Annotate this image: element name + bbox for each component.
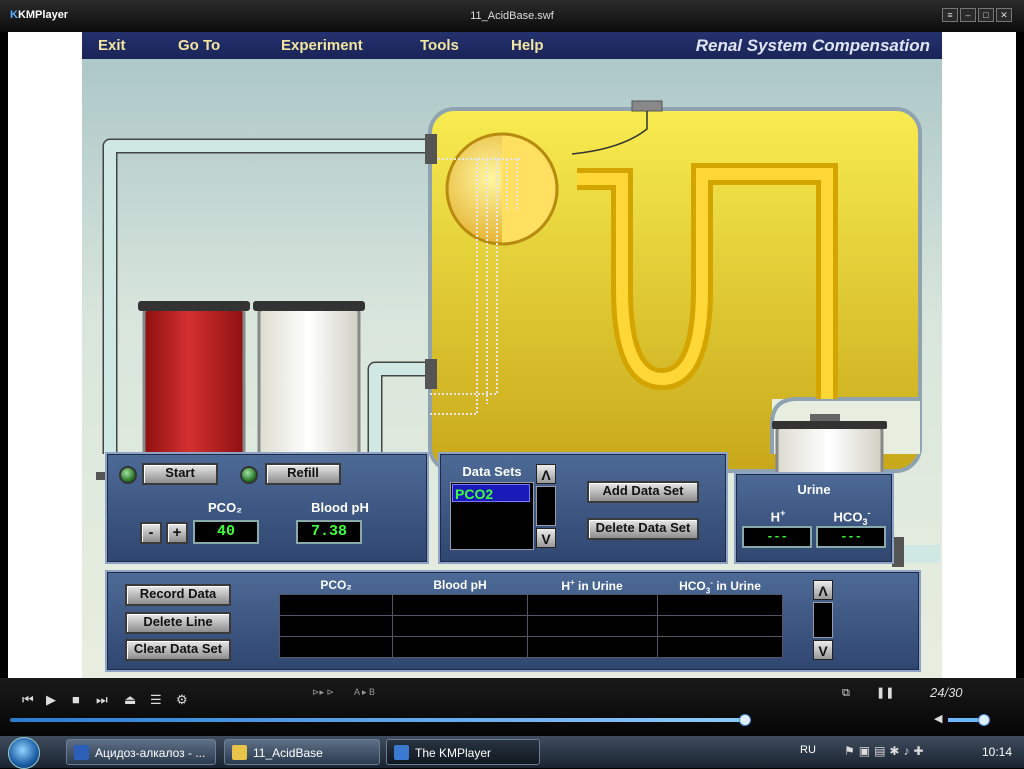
data-sets-scroll-down-button[interactable]: V (536, 528, 556, 548)
data-sets-scroll-up-button[interactable]: Λ (536, 464, 556, 484)
maximize-button[interactable]: □ (978, 8, 994, 22)
menu-help[interactable]: Help (511, 37, 544, 54)
record-data-button[interactable]: Record Data (125, 584, 231, 606)
word-icon (74, 745, 89, 760)
blood-ph-label: Blood pH (311, 500, 369, 515)
play-icon[interactable]: ▶ (46, 692, 56, 708)
simulation-app: Exit Go To Experiment Tools Help Renal S… (82, 32, 942, 678)
refill-button[interactable]: Refill (265, 463, 341, 485)
table-cell (279, 615, 393, 637)
table-cell (279, 594, 393, 616)
table-scroll-up-button[interactable]: Λ (813, 580, 833, 600)
language-indicator[interactable]: RU (800, 744, 816, 756)
volume-handle[interactable] (978, 714, 990, 726)
right-margin (942, 32, 1024, 678)
settings-icon[interactable]: ⚙ (176, 692, 188, 708)
speed-controls[interactable]: ⊳▸ ⊳ (312, 687, 334, 698)
player-control-bar: ⏮ ▶ ■ ⏭ ⏏ ☰ ⚙ ⊳▸ ⊳ A ▸ B ⧉ ❚❚ 24/30 ◀ (0, 678, 1024, 736)
next-icon[interactable]: ⏭ (96, 692, 108, 708)
minimize-button[interactable]: – (960, 8, 976, 22)
table-cell (279, 636, 393, 658)
table-cell (527, 615, 658, 637)
data-sets-list[interactable]: PCO2 (450, 482, 534, 550)
table-cell (392, 636, 528, 658)
table-cell (657, 636, 783, 658)
table-cell (392, 615, 528, 637)
table-scroll-down-button[interactable]: V (813, 640, 833, 660)
previous-icon[interactable]: ⏮ (22, 692, 34, 708)
ab-repeat-controls[interactable]: A ▸ B (354, 687, 375, 698)
volume-icon[interactable]: ◀ (934, 712, 942, 725)
player-title-bar: KKMPlayer 11_AcidBase.swf ≡ – □ ✕ (0, 0, 1024, 32)
data-sets-panel: Data Sets PCO2 Λ V Add Data Set Delete D… (438, 452, 728, 564)
urine-panel: Urine H+ HCO3- --- --- (734, 472, 894, 564)
taskbar-item-kmplayer[interactable]: The KMPlayer (386, 739, 540, 765)
data-set-item-pco2[interactable]: PCO2 (452, 484, 530, 502)
pco2-increase-button[interactable]: + (166, 522, 188, 544)
add-data-set-button[interactable]: Add Data Set (587, 481, 699, 503)
column-header-hco3-urine: HCO3- in Urine (679, 578, 761, 596)
table-cell (527, 594, 658, 616)
pco2-decrease-button[interactable]: - (140, 522, 162, 544)
urine-h-label: H+ (770, 508, 786, 525)
menu-go-to[interactable]: Go To (178, 37, 220, 54)
data-sets-scrollbar-track[interactable] (536, 486, 556, 526)
blood-ph-display: 7.38 (296, 520, 362, 544)
data-sets-label: Data Sets (462, 464, 522, 479)
taskbar-item-word-doc[interactable]: Ацидоз-алкалоз - ... (66, 739, 216, 765)
windows-taskbar: Ацидоз-алкалоз - ... 11_AcidBase The KMP… (0, 736, 1024, 769)
column-header-h-urine: H+ in Urine (561, 578, 623, 593)
app-title: Renal System Compensation (695, 36, 930, 55)
close-button[interactable]: ✕ (996, 8, 1012, 22)
playlist-icon[interactable]: ☰ (150, 692, 162, 708)
pco2-display: 40 (193, 520, 259, 544)
table-scrollbar-track[interactable] (813, 602, 833, 638)
taskbar-item-folder[interactable]: 11_AcidBase (224, 739, 380, 765)
start-indicator-light (119, 466, 137, 484)
delete-line-button[interactable]: Delete Line (125, 612, 231, 634)
kmplayer-icon (394, 745, 409, 760)
clock: 10:14 (982, 745, 1013, 759)
column-header-pco2: PCO₂ (320, 578, 352, 592)
system-tray-icons[interactable]: ⚑▣▤✱♪✚ (844, 744, 928, 758)
menu-experiment[interactable]: Experiment (281, 37, 363, 54)
column-header-blood-ph: Blood pH (433, 578, 487, 592)
pco2-label: PCO₂ (208, 500, 242, 515)
urine-h-display: --- (742, 526, 812, 548)
urine-label: Urine (797, 482, 831, 497)
table-cell (657, 615, 783, 637)
table-cell (392, 594, 528, 616)
urine-hco3-display: --- (816, 526, 886, 548)
pause-icon[interactable]: ❚❚ (876, 686, 894, 699)
seek-bar[interactable] (10, 718, 745, 722)
folder-icon (232, 745, 247, 760)
table-cell (527, 636, 658, 658)
left-margin (0, 32, 82, 678)
page-indicator: 24/30 (930, 685, 963, 700)
data-table-grid (279, 594, 783, 659)
start-button[interactable]: Start (142, 463, 218, 485)
refill-indicator-light (240, 466, 258, 484)
start-button-orb[interactable] (8, 737, 40, 769)
stop-icon[interactable]: ■ (72, 692, 80, 707)
control-panel: Start Refill PCO₂ Blood pH - + 40 7.38 (105, 452, 429, 564)
urine-hco3-label: HCO3- (833, 508, 871, 527)
window-title: 11_AcidBase.swf (470, 10, 554, 22)
capture-icon[interactable]: ⧉ (842, 687, 850, 700)
seek-handle[interactable] (739, 714, 751, 726)
menu-exit[interactable]: Exit (98, 37, 126, 54)
menu-button[interactable]: ≡ (942, 8, 958, 22)
table-cell (657, 594, 783, 616)
eject-icon[interactable]: ⏏ (124, 692, 136, 708)
menu-tools[interactable]: Tools (420, 37, 459, 54)
app-menu-bar: Exit Go To Experiment Tools Help Renal S… (82, 32, 942, 59)
delete-data-set-button[interactable]: Delete Data Set (587, 518, 699, 540)
clear-data-set-button[interactable]: Clear Data Set (125, 639, 231, 661)
data-table-panel: Record Data Delete Line Clear Data Set P… (105, 570, 921, 672)
